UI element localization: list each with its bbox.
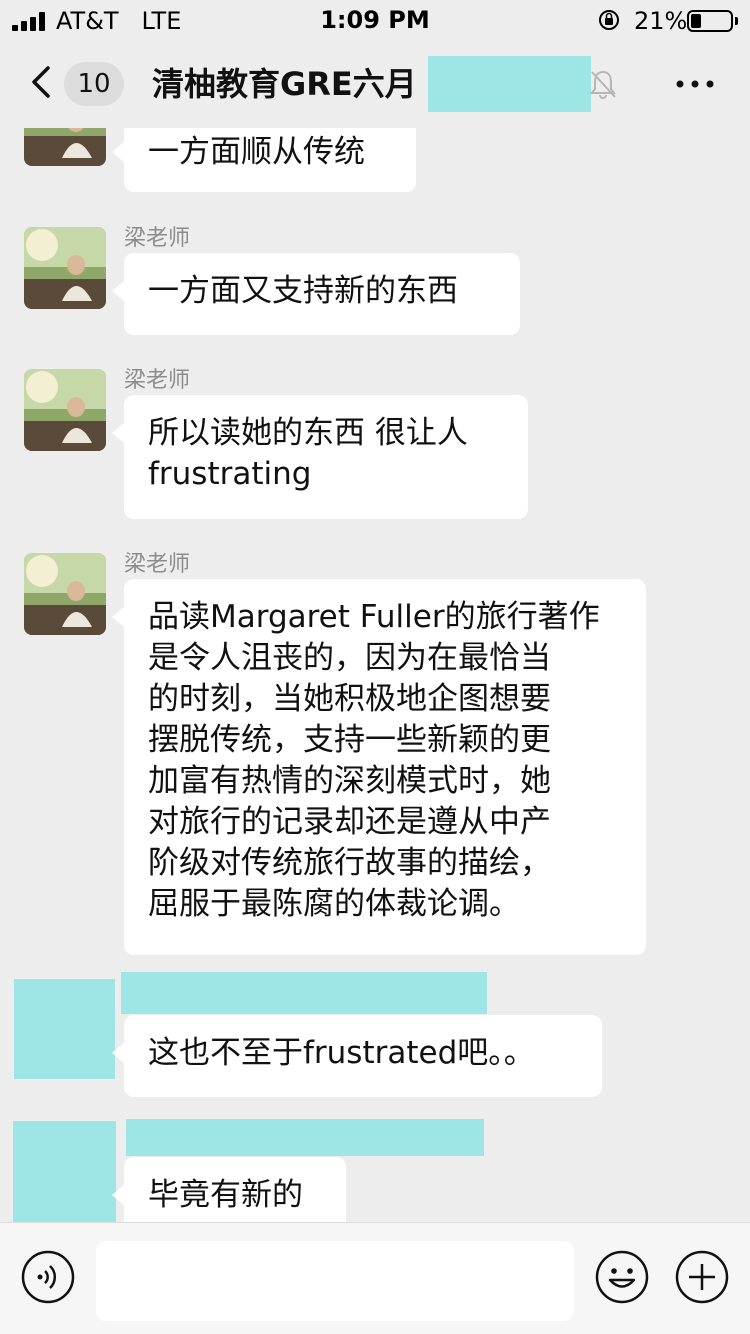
redaction-box [428,56,591,112]
avatar-photo-icon [24,369,106,451]
message-bubble[interactable]: 一方面顺从传统 [112,128,416,192]
sender-name: 梁老师 [124,368,191,393]
redacted-avatar [14,979,115,1079]
redacted-sender-name [126,1119,484,1156]
plus-icon[interactable] [674,1249,730,1305]
emoji-icon[interactable] [594,1249,650,1305]
message-text-line: 品读Margaret Fuller的旅行著作 [148,599,600,635]
message-text-line: 是令人沮丧的，因为在最恰当 [148,640,551,676]
message-bubble[interactable]: 一方面又支持新的东西 [112,253,520,335]
sender-name: 梁老师 [124,552,191,577]
message-text-line: 阶级对传统旅行故事的描绘， [148,845,551,881]
chat-title: 清柚教育GRE六月 [152,65,417,103]
nav-bar: 10 清柚教育GRE六月 [0,40,750,128]
avatar[interactable] [24,227,106,309]
message-text: 一方面又支持新的东西 [148,273,458,309]
redacted-avatar [13,1121,116,1222]
message-text: 这也不至于frustrated吧。。 [148,1035,535,1071]
message-bubble[interactable]: 品读Margaret Fuller的旅行著作 是令人沮丧的，因为在最恰当 的时刻… [112,579,646,955]
message-text: 毕竟有新的 [148,1177,303,1213]
message-text: 一方面顺从传统 [148,134,365,170]
voice-icon[interactable] [20,1249,76,1305]
avatar-photo-icon [24,553,106,635]
avatar-photo-icon [24,128,106,166]
message-text-line: 加富有热情的深刻模式时，她 [148,763,551,799]
status-bar: AT&T LTE 1:09 PM 21% [0,0,750,40]
battery-percent: 21% [634,7,688,35]
back-arrow-icon[interactable] [28,62,56,102]
message-text-line: 的时刻，当她积极地企图想要 [148,681,551,717]
message-text-line: 屈服于最陈腐的体裁论调。 [148,886,520,922]
input-bar [0,1222,750,1334]
message-bubble[interactable]: 毕竟有新的 [112,1157,346,1222]
message-bubble[interactable]: 所以读她的东西 很让人 frustrating [112,395,528,519]
message-text-line: 摆脱传统，支持一些新颖的更 [148,722,551,758]
battery-icon [687,10,733,32]
message-text-line: 所以读她的东西 很让人 [148,415,468,451]
message-text-line: 对旅行的记录却还是遵从中产 [148,804,551,840]
avatar[interactable] [24,553,106,635]
avatar-photo-icon [24,227,106,309]
sender-name: 梁老师 [124,226,191,251]
rotation-lock-icon [599,10,619,30]
avatar[interactable] [24,369,106,451]
redacted-sender-name [121,972,487,1014]
message-input[interactable] [96,1241,574,1321]
message-bubble[interactable]: 这也不至于frustrated吧。。 [112,1015,602,1097]
chat-area[interactable]: 一方面顺从传统 梁老师 一方面又支持新的东西 梁老师 所以读她的东西 很让人 f… [0,128,750,1222]
mute-bell-icon [590,70,616,99]
unread-count-badge[interactable]: 10 [64,62,124,106]
avatar[interactable] [24,128,106,166]
more-icon[interactable] [676,80,714,88]
message-text-line: frustrating [148,456,312,492]
